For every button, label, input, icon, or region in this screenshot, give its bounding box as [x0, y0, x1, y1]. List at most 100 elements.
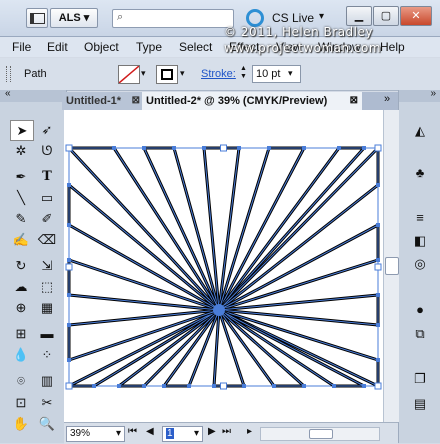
bounding-box-handle[interactable] [65, 382, 73, 390]
first-artboard-icon[interactable]: ⏮ [128, 426, 137, 437]
paintbrush-tool-icon[interactable]: ✎ [10, 209, 32, 228]
eyedropper-tool-icon[interactable]: 💧 [10, 345, 32, 364]
gradient-panel-icon[interactable]: ◧ [408, 230, 432, 252]
menu-edit[interactable]: Edit [47, 40, 68, 54]
bounding-box-handle[interactable] [220, 144, 227, 152]
lasso-tool-icon[interactable]: ᘎ [36, 141, 58, 160]
anchor-point[interactable] [337, 146, 341, 150]
anchor-point[interactable] [376, 223, 380, 227]
zoom-tool-icon[interactable]: 🔍 [36, 414, 58, 433]
anchor-point[interactable] [376, 323, 380, 327]
maximize-button[interactable]: ▢ [373, 6, 399, 26]
expand-icon[interactable]: » [430, 88, 436, 99]
tab-untitled-2[interactable]: Untitled-2* @ 39% (CMYK/Preview) ⊠ [142, 92, 362, 110]
menu-select[interactable]: Select [179, 40, 212, 54]
more-tabs-icon[interactable]: » [384, 93, 390, 105]
perspective-grid-tool-icon[interactable]: ▦ [36, 298, 58, 317]
anchor-point[interactable] [92, 384, 96, 388]
pencil-tool-icon[interactable]: ✐ [36, 209, 58, 228]
magic-wand-tool-icon[interactable]: ✲ [10, 141, 32, 160]
blob-brush-tool-icon[interactable]: ✍ [10, 230, 32, 249]
slice-tool-icon[interactable]: ✂ [36, 393, 58, 412]
anchor-point[interactable] [376, 258, 380, 262]
anchor-point[interactable] [142, 384, 146, 388]
bounding-box-handle[interactable] [374, 144, 382, 152]
anchor-point[interactable] [117, 384, 121, 388]
blend-tool-icon[interactable]: ⁘ [36, 345, 58, 364]
anchor-point[interactable] [187, 384, 191, 388]
close-tab-icon[interactable]: ⊠ [132, 92, 140, 110]
zoom-level-field[interactable]: 39% ▾ [66, 426, 125, 442]
anchor-point[interactable] [202, 146, 206, 150]
status-menu-icon[interactable]: ▸ [247, 426, 252, 437]
free-transform-tool-icon[interactable]: ⬚ [36, 277, 58, 296]
hand-tool-icon[interactable]: ✋ [10, 414, 32, 433]
previous-artboard-icon[interactable]: ◀ [146, 426, 154, 437]
stroke-panel-icon[interactable]: ≡ [408, 207, 432, 229]
horizontal-scrollbar[interactable] [260, 427, 380, 441]
anchor-point[interactable] [162, 384, 166, 388]
collapse-icon[interactable]: « [5, 88, 11, 99]
warp-tool-icon[interactable]: ☁ [10, 277, 32, 296]
artboard-number-field[interactable]: 1 ▾ [162, 426, 203, 442]
selection-tool-icon[interactable]: ➤ [10, 120, 34, 141]
stroke-weight-dropdown-icon[interactable]: ▾ [288, 68, 293, 79]
scale-tool-icon[interactable]: ⇲ [36, 256, 58, 275]
anchor-point[interactable] [67, 323, 71, 327]
artboard-canvas[interactable] [64, 110, 383, 422]
stroke-weight-input[interactable]: 10 pt [252, 65, 301, 83]
bounding-box-handle[interactable] [65, 263, 73, 271]
next-artboard-icon[interactable]: ▶ [208, 426, 216, 437]
chevron-down-icon[interactable]: ▾ [194, 427, 199, 441]
symbol-sprayer-tool-icon[interactable]: ⌾ [10, 371, 32, 390]
anchor-point[interactable] [67, 293, 71, 297]
rectangle-tool-icon[interactable]: ▭ [36, 188, 58, 207]
appearance-panel-icon[interactable]: ● [408, 299, 432, 321]
rotate-tool-icon[interactable]: ↻ [10, 256, 32, 275]
anchor-point[interactable] [376, 358, 380, 362]
brushes-panel-icon[interactable]: ♣ [408, 162, 432, 184]
fill-dropdown-icon[interactable]: ▾ [141, 68, 146, 79]
menu-type[interactable]: Type [136, 40, 162, 54]
last-artboard-icon[interactable]: ⏭ [222, 426, 231, 437]
anchor-point[interactable] [272, 384, 276, 388]
menu-file[interactable]: File [12, 40, 31, 54]
bounding-box-handle[interactable] [374, 263, 382, 271]
tab-untitled-1[interactable]: Untitled-1* ⊠ [62, 92, 144, 110]
anchor-point[interactable] [302, 146, 306, 150]
stroke-swatch[interactable] [156, 65, 178, 84]
anchor-point[interactable] [376, 183, 380, 187]
mesh-tool-icon[interactable]: ⊞ [10, 324, 32, 343]
scroll-thumb[interactable] [385, 257, 399, 275]
layers-panel-icon[interactable]: ❐ [408, 368, 432, 390]
anchor-point[interactable] [67, 183, 71, 187]
anchor-point[interactable] [112, 146, 116, 150]
scroll-thumb[interactable] [309, 429, 333, 439]
graphic-styles-panel-icon[interactable]: ⧉ [408, 323, 432, 345]
minimize-button[interactable]: ▁ [346, 6, 372, 26]
cs-live-label[interactable]: CS Live [272, 11, 314, 25]
gradient-tool-icon[interactable]: ▬ [36, 324, 58, 343]
artboards-panel-icon[interactable]: ▤ [408, 393, 432, 415]
artwork[interactable] [64, 110, 383, 422]
vertical-scrollbar[interactable] [383, 110, 399, 422]
bounding-box-handle[interactable] [374, 382, 382, 390]
anchor-point[interactable] [142, 146, 146, 150]
anchor-point[interactable] [67, 258, 71, 262]
bounding-box-handle[interactable] [220, 382, 227, 390]
anchor-point[interactable] [362, 146, 366, 150]
eraser-tool-icon[interactable]: ⌫ [36, 230, 58, 249]
anchor-point[interactable] [172, 146, 176, 150]
anchor-point[interactable] [302, 384, 306, 388]
chevron-down-icon[interactable]: ▾ [319, 11, 324, 22]
search-input[interactable]: ⌕ [112, 9, 234, 28]
menu-object[interactable]: Object [84, 40, 119, 54]
transparency-panel-icon[interactable]: ◎ [408, 253, 432, 275]
stroke-weight-stepper[interactable]: ▲ ▼ [240, 65, 248, 82]
anchor-point[interactable] [267, 146, 271, 150]
workspace-switcher[interactable]: ALS ▾ [50, 8, 98, 28]
navigator-panel-icon[interactable]: ◭ [408, 120, 432, 142]
anchor-point[interactable] [67, 223, 71, 227]
fill-swatch[interactable] [118, 65, 140, 84]
chevron-down-icon[interactable]: ▾ [116, 427, 121, 441]
